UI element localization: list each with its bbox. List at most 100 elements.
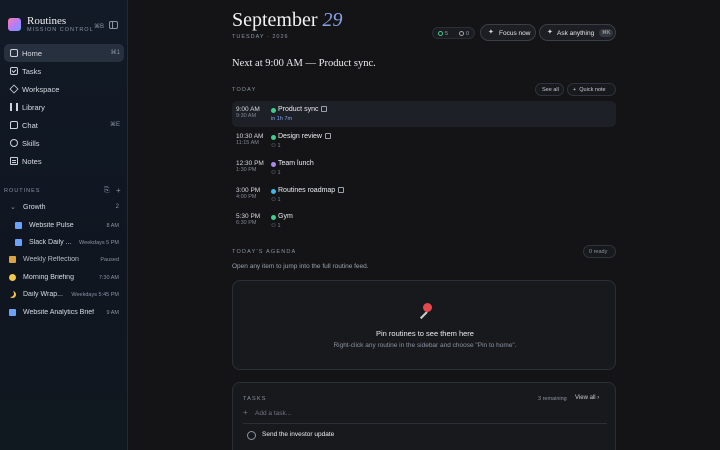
check-circle-icon	[438, 30, 443, 36]
nav-item-chat[interactable]: Chat ⌘E	[4, 116, 124, 134]
view-all-link[interactable]: View all ›	[575, 395, 599, 401]
nav-item-tasks[interactable]: Tasks	[4, 62, 124, 80]
ask-anything-button[interactable]: ✦ Ask anything ⌘K	[539, 24, 616, 41]
routine-label: Slack Daily ...	[29, 239, 72, 246]
app-logo-icon	[8, 18, 21, 31]
routine-label: Website Analytics Brief	[23, 309, 95, 316]
routine-group-count: 2	[115, 204, 119, 210]
nav-item-library[interactable]: Library	[4, 98, 124, 116]
attendee-count: 1	[277, 169, 281, 176]
moon-icon	[9, 291, 16, 298]
app-title: Routines	[27, 15, 67, 27]
event-meta: in 1h 7m	[271, 115, 293, 122]
event-row[interactable]: 5:30 PM 6:30 PM Gym ⚇ 1	[232, 208, 616, 234]
pin-empty-subtitle: Right-click any routine in the sidebar a…	[333, 342, 517, 349]
event-start: 12:30 PM	[236, 160, 264, 167]
workspace-icon	[9, 84, 19, 94]
routine-item[interactable]: Website Pulse 8 AM	[4, 218, 124, 234]
routine-schedule: 8 AM	[106, 222, 119, 229]
app-subtitle: MISSION CONTROL	[27, 27, 94, 33]
toggle-sidebar-icon[interactable]	[109, 21, 118, 29]
agenda-description: Open any item to jump into the full rout…	[232, 263, 369, 270]
event-color-dot	[271, 162, 276, 167]
attendee-count: 1	[277, 142, 281, 149]
done-count-value: 5	[445, 30, 449, 37]
add-routine-icon[interactable]: +	[116, 186, 121, 195]
tasks-heading: TASKS	[243, 396, 267, 402]
event-row[interactable]: 10:30 AM 11:15 AM Design review ⚇ 1	[232, 128, 616, 154]
nav-item-notes[interactable]: Notes	[4, 152, 124, 170]
chart-icon	[15, 222, 22, 229]
ask-shortcut: ⌘K	[599, 28, 614, 37]
routine-schedule: Paused	[100, 256, 119, 263]
ask-anything-label: Ask anything	[557, 29, 595, 37]
routine-group-growth[interactable]: ⌄ Growth 2	[4, 201, 124, 215]
attach-icon[interactable]: ⎘	[104, 187, 110, 195]
nav-item-shortcut: ⌘1	[110, 50, 120, 56]
nav-item-label: Tasks	[22, 66, 42, 76]
add-task-input[interactable]: Add a task...	[255, 410, 291, 417]
event-start: 5:30 PM	[236, 213, 261, 220]
event-title: Team lunch	[278, 160, 314, 167]
nav-item-label: Library	[22, 102, 45, 112]
pin-empty-title: Pin routines to see them here	[376, 329, 474, 338]
page-title: September 29	[232, 9, 343, 32]
brand: Routines MISSION CONTROL ⌘B	[8, 15, 120, 36]
calendar-icon	[324, 133, 331, 139]
routine-label: Daily Wrap...	[23, 291, 63, 298]
task-checkbox[interactable]	[247, 431, 256, 440]
routine-item[interactable]: Website Analytics Brief 9 AM	[4, 305, 124, 321]
nav-item-workspace[interactable]: Workspace	[4, 80, 124, 98]
event-meta: ⚇ 1	[271, 170, 281, 176]
event-title-text: Design review	[278, 133, 322, 140]
nav-item-shortcut: ⌘E	[109, 122, 120, 128]
nav-item-home[interactable]: Home ⌘1	[4, 44, 124, 62]
event-row[interactable]: 12:30 PM 1:30 PM Team lunch ⚇ 1	[232, 155, 616, 181]
event-row[interactable]: 9:00 AM 9:30 AM Product sync in 1h 7m	[232, 101, 616, 127]
event-meta: ⚇ 1	[271, 223, 281, 229]
main-nav: Home ⌘1 Tasks Workspace Library Chat ⌘E …	[4, 44, 124, 170]
calendar-icon	[338, 187, 345, 193]
event-end: 9:30 AM	[236, 113, 257, 119]
routine-item[interactable]: Daily Wrap... Weekdays 5:45 PM	[4, 287, 124, 303]
event-title: Gym	[278, 213, 293, 220]
quick-note-label: + Quick note	[573, 87, 606, 93]
date-month: September	[232, 9, 318, 31]
notes-icon	[10, 157, 18, 165]
main-content: September 29 TUESDAY · 2026 5 0 ✦ Focus …	[128, 0, 720, 450]
event-end: 1:30 PM	[236, 167, 257, 173]
home-icon	[10, 49, 18, 57]
event-color-dot	[271, 215, 276, 220]
focus-now-label: Focus now	[499, 29, 531, 37]
event-title-text: Product sync	[278, 106, 319, 113]
routine-item[interactable]: Weekly Reflection Paused	[4, 252, 124, 268]
ready-badge[interactable]: 0 ready	[583, 245, 616, 258]
event-row[interactable]: 3:00 PM 4:00 PM Routines roadmap ⚇ 1	[232, 182, 616, 208]
nav-item-skills[interactable]: Skills	[4, 134, 124, 152]
event-start: 3:00 PM	[236, 187, 261, 194]
pending-count-value: 0	[466, 30, 470, 37]
event-title: Product sync	[278, 106, 328, 113]
sidebar: Routines MISSION CONTROL ⌘B Home ⌘1 Task…	[0, 0, 128, 450]
see-all-button[interactable]: See all	[535, 83, 564, 96]
attendee-count: 1	[277, 222, 281, 229]
chevron-right-icon: ›	[597, 395, 600, 401]
nav-item-label: Workspace	[22, 84, 60, 94]
date-subtitle: TUESDAY · 2026	[232, 34, 289, 40]
routines-header: ROUTINES ⎘ +	[4, 186, 124, 197]
nav-item-label: Chat	[22, 120, 38, 130]
routine-item[interactable]: Slack Daily ... Weekdays 5 PM	[4, 235, 124, 251]
focus-now-button[interactable]: ✦ Focus now	[480, 24, 536, 41]
status-badge: 5 0	[432, 27, 475, 39]
routine-item[interactable]: Morning Briefing 7:30 AM	[4, 270, 124, 286]
pushpin-icon	[417, 303, 433, 320]
routine-schedule: 7:30 AM	[98, 274, 119, 281]
sparkle-icon: ✦	[547, 29, 553, 36]
chat-icon	[10, 121, 18, 129]
chevron-down-icon: ⌄	[10, 204, 16, 211]
event-title: Routines roadmap	[278, 187, 345, 194]
quick-note-button[interactable]: + Quick note	[567, 83, 616, 96]
clock-icon	[459, 30, 464, 36]
routine-label: Morning Briefing	[23, 274, 74, 281]
date-day: 29	[322, 9, 343, 31]
